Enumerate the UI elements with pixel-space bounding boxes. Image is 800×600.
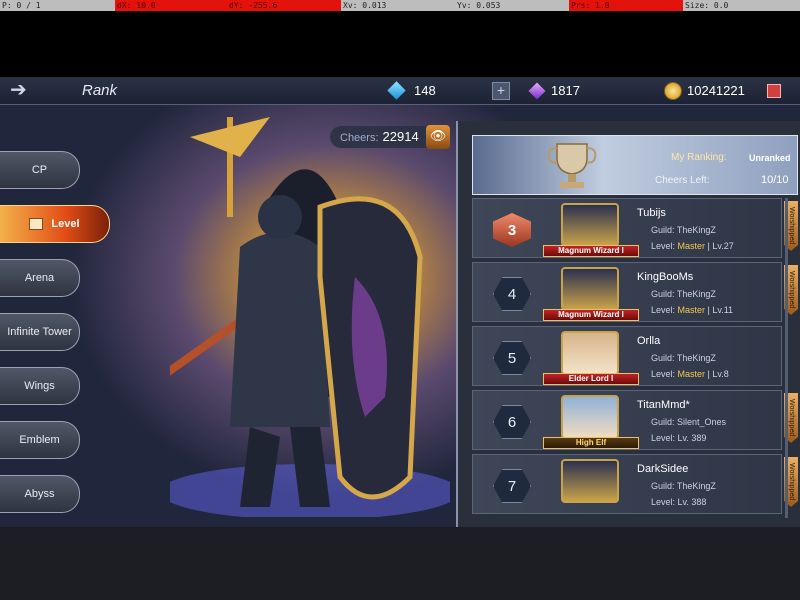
player-level: Level: Master | Lv.8 [651,369,729,379]
diamond-count: 148 [414,83,436,98]
cheers-value: 22914 [382,129,419,144]
debug-overlay: P: 0 / 1 dX: 10.0 dY: -255.6 Xv: 0.013 Y… [0,0,800,11]
debug-yv: Yv: 0.053 [457,1,501,10]
player-portrait [561,203,619,247]
debug-dy: dY: -255.6 [227,0,341,11]
cheers-left-value: 10/10 [761,174,789,186]
debug-size: Size: 0.0 [685,1,729,10]
menu-label: CP [31,164,48,176]
rank-screen: ➔ Rank 148 + 1817 10241221 CP Level Aren… [0,77,800,527]
menu-label: Infinite Tower [7,326,72,338]
cheers-label: Cheers: [340,132,379,144]
menu-emblem[interactable]: Emblem [0,421,80,459]
menu-infinite-tower[interactable]: Infinite Tower [0,313,80,351]
player-portrait [561,267,619,311]
rank-badge: 4 [493,277,531,311]
player-guild: Guild: TheKingZ [651,353,716,363]
menu-label: Arena [24,272,55,284]
rank-badge: 5 [493,341,531,375]
level-value: | Lv.8 [705,369,729,379]
level-tier: Master [677,241,706,251]
book-icon [29,218,44,230]
level-prefix: Level: [651,433,678,443]
player-level: Level: Lv. 389 [651,433,706,443]
debug-dx: dX: 10.0 [115,0,227,11]
top-bar: ➔ Rank 148 + 1817 10241221 [0,77,800,105]
game-screen: P: 0 / 1 dX: 10.0 dY: -255.6 Xv: 0.013 Y… [0,0,800,600]
ranking-scrollbar[interactable] [785,198,788,518]
player-guild: Guild: TheKingZ [651,225,716,235]
page-title: Rank [82,82,118,99]
player-name: DarkSidee [637,463,689,475]
level-prefix: Level: [651,369,678,379]
screen-bottom-area [0,527,800,600]
ranking-row[interactable]: 4 Magnum Wizard I KingBooMs Guild: TheKi… [472,262,798,322]
notification-icon[interactable] [767,84,781,98]
player-portrait [561,459,619,503]
debug-pressure: Prs: 1.0 [569,0,683,11]
menu-level[interactable]: Level [0,205,110,243]
level-prefix: Level: [651,497,678,507]
level-value: Lv. 389 [677,433,707,443]
player-guild: Guild: TheKingZ [651,289,716,299]
player-portrait [561,331,619,375]
rank-badge: 6 [493,405,531,439]
diamond-icon [387,81,406,100]
menu-abyss[interactable]: Abyss [0,475,80,513]
ranking-panel: My Ranking: Unranked Cheers Left: 10/10 … [456,121,800,527]
my-ranking-value: Unranked [749,153,791,163]
level-tier: Master [677,305,706,315]
hero-character-art [170,117,450,517]
coin-count: 10241221 [687,83,745,98]
level-value: | Lv.11 [705,305,734,315]
menu-label: Wings [24,380,55,392]
menu-wings[interactable]: Wings [0,367,80,405]
menu-label: Level [51,218,80,230]
player-level: Level: Master | Lv.27 [651,241,734,251]
class-tag: Magnum Wizard I [543,309,639,321]
ranking-list[interactable]: 3 Magnum Wizard I Tubijs Guild: TheKingZ… [472,198,798,527]
rank-badge: 7 [493,469,531,503]
ranking-row[interactable]: 6 High Elf TitanMmd* Guild: Silent_Ones … [472,390,798,450]
class-tag: High Elf [543,437,639,449]
player-guild: Guild: TheKingZ [651,481,716,491]
player-name: Orlla [637,335,661,347]
menu-label: Emblem [19,434,60,446]
cheers-left-label: Cheers Left: [655,175,710,186]
menu-arena[interactable]: Arena [0,259,80,297]
coin-icon [664,82,682,100]
ranking-row[interactable]: 3 Magnum Wizard I Tubijs Guild: TheKingZ… [472,198,798,258]
level-tier: Master [677,369,706,379]
menu-cp[interactable]: CP [0,151,80,189]
level-prefix: Level: [651,241,678,251]
back-arrow-icon[interactable]: ➔ [10,80,44,101]
player-guild: Guild: Silent_Ones [651,417,727,427]
player-level: Level: Master | Lv.11 [651,305,733,315]
rank-badge: 3 [493,213,531,247]
menu-label: Abyss [24,488,55,500]
player-level: Level: Lv. 388 [651,497,706,507]
my-ranking-header: My Ranking: Unranked Cheers Left: 10/10 [472,135,798,195]
rank-category-menu: CP Level Arena Infinite Tower Wings Embl… [0,147,115,527]
player-name: TitanMmd* [637,399,690,411]
level-prefix: Level: [651,305,678,315]
player-name: Tubijs [637,207,666,219]
debug-pointer: P: 0 / 1 [2,1,41,10]
class-tag: Magnum Wizard I [543,245,639,257]
player-portrait [561,395,619,439]
trophy-icon [547,143,597,188]
level-value: | Lv.27 [705,241,734,251]
player-name: KingBooMs [637,271,694,283]
ranking-row[interactable]: 5 Elder Lord I Orlla Guild: TheKingZ Lev… [472,326,782,386]
class-tag: Elder Lord I [543,373,639,385]
eye-icon[interactable]: 👁 [426,125,450,149]
debug-xv: Xv: 0.013 [343,1,387,10]
add-currency-button[interactable]: + [492,82,510,100]
ranking-row[interactable]: 7 DarkSidee Guild: TheKingZ Level: Lv. 3… [472,454,798,514]
gem-icon [528,82,546,100]
gem-count: 1817 [551,83,580,98]
level-value: Lv. 388 [677,497,707,507]
my-ranking-label: My Ranking: [671,152,727,163]
